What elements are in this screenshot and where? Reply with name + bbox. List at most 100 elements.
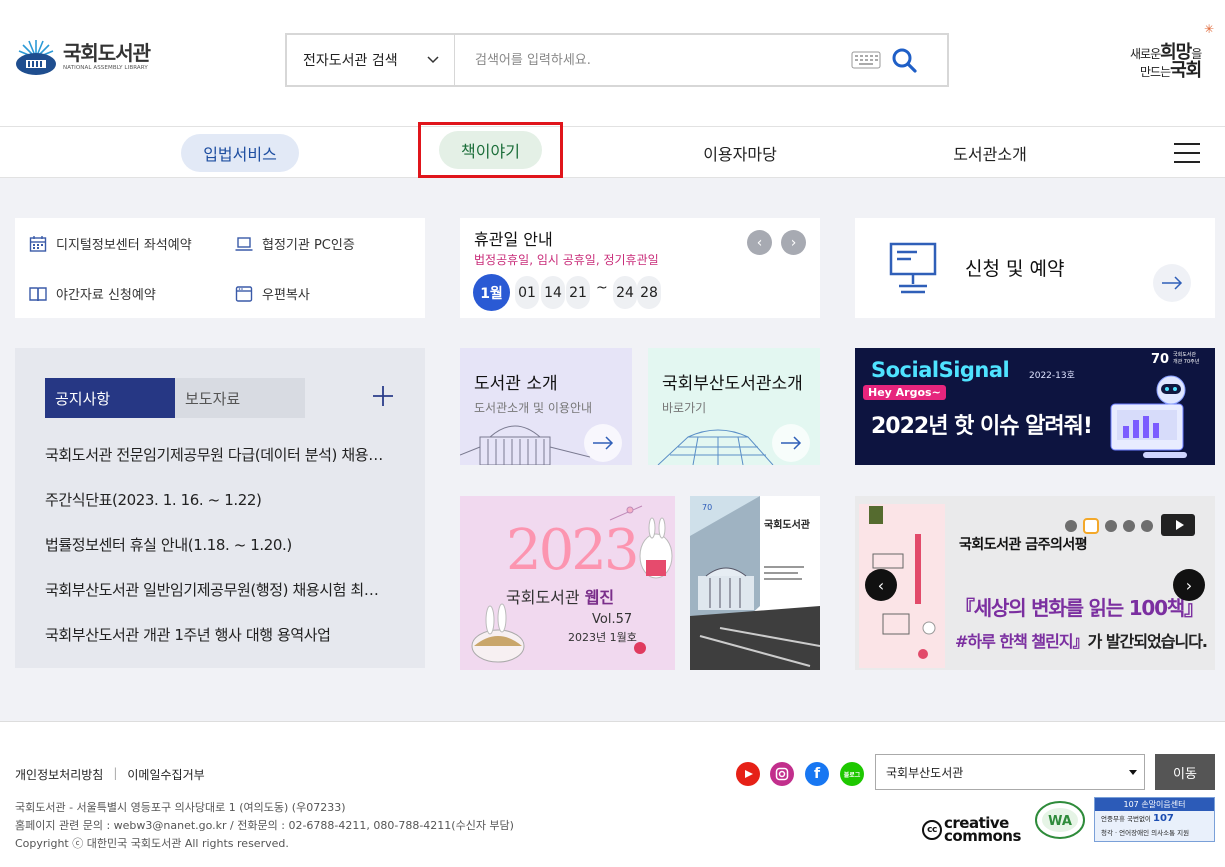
- carousel-dot[interactable]: [1065, 520, 1077, 532]
- svg-text:70: 70: [702, 503, 712, 512]
- anniversary-badge-text: 개관 70주년: [1173, 359, 1200, 365]
- web-accessibility-mark-icon[interactable]: WA: [1034, 798, 1086, 840]
- nav-library-intro[interactable]: 도서관소개: [940, 127, 1040, 179]
- email-refusal-link[interactable]: 이메일수집거부: [127, 766, 204, 783]
- caret-down-icon: [1129, 770, 1137, 775]
- virtual-keyboard-icon[interactable]: [851, 50, 881, 70]
- footer-links: 개인정보처리방침 | 이메일수집거부: [15, 766, 205, 783]
- holiday-subtitle: 법정공휴일, 임시 공휴일, 정기휴관일: [474, 253, 659, 267]
- site-header: 국회도서관 NATIONAL ASSEMBLY LIBRARY 전자도서관 검색…: [0, 0, 1225, 126]
- social-signal-logo: SocialSignal: [871, 358, 1010, 382]
- holiday-month: 1월: [473, 274, 510, 311]
- notice-item[interactable]: 국회부산도서관 일반임기제공무원(행정) 채용시험 최종합격자 공고: [45, 579, 390, 600]
- quick-link-pc-auth[interactable]: 협정기관 PC인증: [235, 234, 355, 253]
- cc-text: commons: [944, 827, 1021, 845]
- holiday-prev-button[interactable]: ‹: [747, 230, 772, 255]
- relay-center-text: 언중무휴 국번없이: [1101, 815, 1153, 823]
- chevron-right-icon: ›: [1185, 575, 1193, 595]
- go-button[interactable]: 이동: [1155, 754, 1215, 790]
- book-review-carousel: 국회도서관 금주의서평 『세상의 변화를 읽는 100책』 #하루 한책 챌린지…: [855, 496, 1215, 670]
- holiday-day: 21: [566, 276, 590, 309]
- footer-copyright: Copyright ⓒ 대한민국 국회도서관 All rights reserv…: [15, 837, 289, 850]
- carousel-dot[interactable]: [1123, 520, 1135, 532]
- carousel-heading: 국회도서관 금주의서평: [959, 537, 1088, 553]
- divider: |: [113, 766, 118, 780]
- search-icon[interactable]: [891, 47, 917, 73]
- privacy-policy-link[interactable]: 개인정보처리방침: [15, 766, 103, 783]
- arrow-right-icon: [584, 424, 622, 462]
- card-title: 국회부산도서관소개: [662, 374, 803, 394]
- card-subtitle: 바로가기: [662, 401, 707, 415]
- quick-link-seat-reservation[interactable]: 디지털정보센터 좌석예약: [29, 234, 192, 253]
- youtube-icon[interactable]: [736, 762, 760, 786]
- tab-notice[interactable]: 공지사항: [45, 378, 175, 418]
- main-navigation: 입법서비스 책이야기 이용자마당 도서관소개: [0, 122, 1225, 179]
- star-icon: ✳: [1204, 22, 1215, 36]
- tab-press-release[interactable]: 보도자료: [175, 378, 305, 418]
- carousel-next-button[interactable]: ›: [1173, 569, 1205, 601]
- library-intro-card[interactable]: 도서관 소개 도서관소개 및 이용안내: [460, 348, 632, 465]
- nav-label: 도서관소개: [953, 145, 1027, 164]
- busan-library-card[interactable]: 국회부산도서관소개 바로가기: [648, 348, 820, 465]
- nav-user-plaza[interactable]: 이용자마당: [690, 127, 790, 179]
- facebook-icon[interactable]: f: [805, 762, 829, 786]
- chevron-left-icon: ‹: [877, 575, 885, 595]
- anniversary-badge-text: 국회도서관: [1173, 352, 1197, 358]
- logo-title: 국회도서관: [63, 41, 151, 65]
- book-open-icon: [29, 286, 47, 301]
- monitor-icon: [889, 242, 937, 294]
- chevron-left-icon: ‹: [756, 234, 763, 251]
- notice-item[interactable]: 법률정보센터 휴실 안내(1.18. ~ 1.20.): [45, 534, 390, 555]
- footer-contact: 홈페이지 관련 문의 : webw3@nanet.go.kr / 전화문의 : …: [15, 819, 514, 832]
- more-plus-icon[interactable]: [371, 384, 395, 408]
- webzine-volume: Vol.57: [592, 612, 633, 627]
- assembly-building-illustration: [460, 425, 590, 465]
- library-emblem-icon: [16, 40, 56, 75]
- apply-reservation-card[interactable]: 신청 및 예약: [855, 218, 1215, 318]
- carousel-dot[interactable]: [1141, 520, 1153, 532]
- notice-item[interactable]: 주간식단표(2023. 1. 16. ~ 1.22): [45, 489, 390, 510]
- social-signal-banner[interactable]: SocialSignal 2022-13호 Hey Argos~ 2022년 핫…: [855, 348, 1215, 465]
- publication-cover-banner[interactable]: 70 국회도서관: [690, 496, 820, 670]
- nav-label: 이용자마당: [703, 145, 777, 164]
- footer-address: 국회도서관 - 서울특별시 영등포구 의사당대로 1 (여의도동) (우0723…: [15, 801, 346, 814]
- card-title: 도서관 소개: [474, 374, 558, 394]
- webzine-title: 국회도서관: [506, 588, 585, 607]
- quick-link-night-request[interactable]: 야간자료 신청예약: [29, 284, 156, 303]
- creative-commons-logo[interactable]: cc creative commons: [922, 816, 1021, 845]
- carousel-dot-active[interactable]: [1083, 518, 1099, 534]
- search-scope-label: 전자도서관 검색: [303, 53, 398, 69]
- webzine-issue: 2023년 1월호: [568, 631, 637, 644]
- main-content: 디지털정보센터 좌석예약 협정기관 PC인증 야간자료 신청예약 우편복사 휴관…: [0, 178, 1225, 721]
- relay-center-text: 청각 · 언어장애인 의사소통 지원: [1101, 829, 1190, 837]
- busan-building-illustration: [657, 429, 774, 465]
- related-site-select[interactable]: 국회부산도서관: [875, 754, 1145, 790]
- blog-icon[interactable]: 블로그: [840, 762, 864, 786]
- carousel-prev-button[interactable]: ‹: [865, 569, 897, 601]
- nav-book-story[interactable]: 책이야기: [418, 122, 563, 178]
- search-scope-select[interactable]: 전자도서관 검색: [287, 35, 455, 85]
- instagram-icon[interactable]: [770, 762, 794, 786]
- quick-link-mail-copy[interactable]: 우편복사: [235, 284, 310, 303]
- site-logo[interactable]: 국회도서관 NATIONAL ASSEMBLY LIBRARY: [15, 38, 151, 76]
- apply-label: 신청 및 예약: [965, 258, 1065, 280]
- quick-link-label: 야간자료 신청예약: [56, 288, 156, 303]
- nav-legislative-service[interactable]: 입법서비스: [175, 127, 305, 179]
- quick-link-label: 디지털정보센터 좌석예약: [56, 238, 192, 253]
- search-input[interactable]: [455, 35, 851, 85]
- notice-item[interactable]: 국회도서관 전문임기제공무원 다급(데이터 분석) 채용시험 최종합격자 공고: [45, 444, 390, 465]
- holiday-next-button[interactable]: ›: [781, 230, 806, 255]
- slogan-text: 국회: [1170, 60, 1202, 81]
- social-signal-issue: 2022-13호: [1029, 371, 1075, 381]
- play-icon[interactable]: [1161, 514, 1195, 536]
- carousel-dot[interactable]: [1105, 520, 1117, 532]
- carousel-line2-highlight: #하루 한책 챌린지』: [955, 632, 1089, 651]
- card-subtitle: 도서관소개 및 이용안내: [474, 401, 593, 415]
- notice-item[interactable]: 국회부산도서관 개관 1주년 행사 대행 용역사업: [45, 624, 390, 645]
- site-footer: 개인정보처리방침 | 이메일수집거부 국회도서관 - 서울특별시 영등포구 의사…: [0, 721, 1225, 867]
- menu-icon[interactable]: [1174, 143, 1200, 163]
- webzine-banner[interactable]: 2023 국회도서관 웹진 Vol.57 2023년 1월호: [460, 496, 675, 670]
- blog-icon-label: 블로그: [843, 771, 861, 779]
- relay-center-banner[interactable]: 107 손말이음센터 언중무휴 국번없이 107 청각 · 언어장애인 의사소통…: [1094, 797, 1215, 842]
- tab-label: 보도자료: [185, 389, 241, 408]
